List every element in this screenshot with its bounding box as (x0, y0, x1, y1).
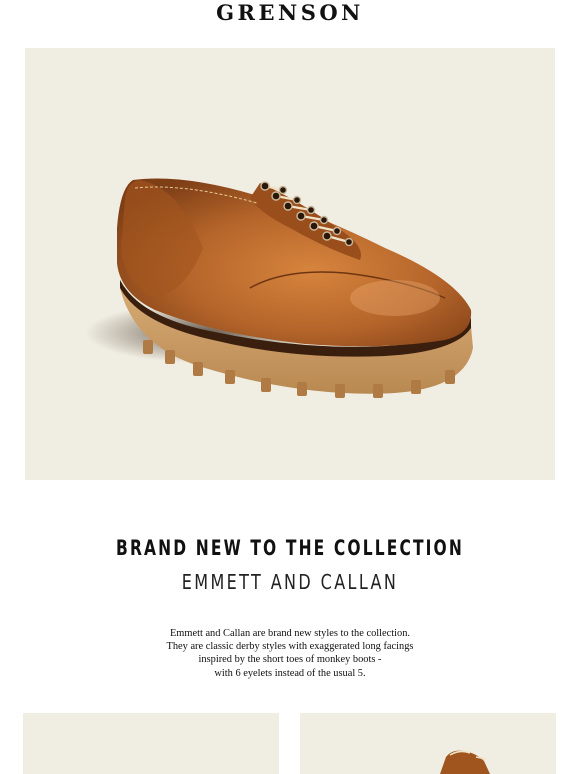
product-tile-left[interactable] (23, 713, 279, 774)
hero-shoe-illustration (85, 178, 473, 398)
brand-logo[interactable]: GRENSON (0, 0, 580, 28)
shoe-partial-image (440, 750, 490, 774)
body-line: They are classic derby styles with exagg… (166, 641, 414, 653)
body-copy: Emmett and Callan are brand new styles t… (0, 627, 580, 680)
subheadline: EMMETT AND CALLAN (181, 570, 399, 594)
body-line: with 6 eyelets instead of the usual 5. (214, 667, 366, 679)
body-line: inspired by the short toes of monkey boo… (198, 654, 382, 666)
headline: BRAND NEW TO THE COLLECTION (116, 536, 464, 560)
product-tile-right[interactable] (300, 713, 556, 774)
hero-image[interactable] (25, 48, 555, 480)
body-line: Emmett and Callan are brand new styles t… (169, 628, 411, 639)
